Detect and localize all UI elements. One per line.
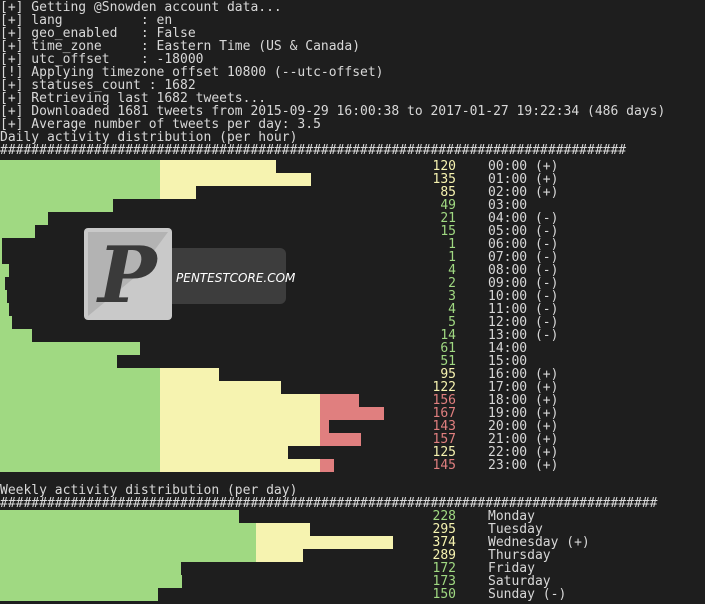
bar-segment-green xyxy=(0,510,240,523)
below-average-marker: (-) xyxy=(527,328,559,343)
bar-segment-green xyxy=(0,290,7,303)
bar-segment-green xyxy=(0,523,256,536)
bar-segment-green xyxy=(0,407,160,420)
bar-segment-yellow xyxy=(160,433,320,446)
activity-count: 2 xyxy=(448,276,456,291)
bar-segment-green xyxy=(0,160,160,173)
bar-segment-yellow xyxy=(160,186,196,199)
activity-count: 1 xyxy=(448,250,456,265)
pentestcore-watermark: P PENTESTCORE.COM xyxy=(84,228,295,322)
bar-segment-red xyxy=(320,407,385,420)
bar-segment-green xyxy=(0,342,141,355)
bar-segment-green xyxy=(0,264,10,277)
bar-segment-green xyxy=(0,394,160,407)
bar-segment-yellow xyxy=(160,368,219,381)
bar-segment-yellow xyxy=(160,160,276,173)
bar-segment-yellow xyxy=(160,459,320,472)
pentestcore-logo-icon: P xyxy=(84,228,172,321)
bar-segment-green xyxy=(0,186,160,199)
bar-segment-green xyxy=(0,251,3,264)
bar-segment-yellow xyxy=(256,523,310,536)
bar-segment-green xyxy=(0,225,35,238)
activity-count: 145 xyxy=(432,458,456,473)
bar-segment-red xyxy=(320,420,329,433)
below-average-marker: (-) xyxy=(534,587,567,602)
bar-segment-green xyxy=(0,316,12,329)
activity-count: 1 xyxy=(448,237,456,252)
bar-segment-green xyxy=(0,238,3,251)
watermark-text: PENTESTCORE.COM xyxy=(176,271,296,285)
above-average-marker: (+) xyxy=(527,458,559,473)
activity-label: Sunday (-) xyxy=(488,587,567,602)
above-average-marker: (+) xyxy=(527,185,559,200)
above-average-marker: (+) xyxy=(558,535,590,550)
bar-segment-green xyxy=(0,212,49,225)
bar-segment-green xyxy=(0,575,182,588)
bar-segment-red xyxy=(320,394,359,407)
bar-segment-green xyxy=(0,173,160,186)
bar-segment-green xyxy=(0,536,256,549)
bar-segment-green xyxy=(0,368,160,381)
bar-segment-green xyxy=(0,355,118,368)
bar-segment-yellow xyxy=(160,407,320,420)
bar-segment-green xyxy=(0,199,113,212)
bar-segment-red xyxy=(320,459,334,472)
bar-segment-green xyxy=(0,459,160,472)
bar-segment-yellow xyxy=(160,394,320,407)
activity-count: 4 xyxy=(448,302,456,317)
weekly-separator: ########################################… xyxy=(0,496,658,511)
bar-segment-yellow xyxy=(256,549,304,562)
bar-segment-green xyxy=(0,303,10,316)
bar-segment-green xyxy=(0,277,5,290)
activity-count: 15 xyxy=(440,224,456,239)
bar-segment-yellow xyxy=(160,381,281,394)
bar-segment-green xyxy=(0,562,181,575)
bar-segment-green xyxy=(0,420,160,433)
bar-segment-green xyxy=(0,381,160,394)
activity-count: 3 xyxy=(448,289,456,304)
bar-segment-yellow xyxy=(160,420,320,433)
bar-segment-green xyxy=(0,446,160,459)
bar-segment-yellow xyxy=(160,173,311,186)
activity-count: 4 xyxy=(448,263,456,278)
activity-count: 150 xyxy=(432,587,456,602)
daily-separator: ########################################… xyxy=(0,143,627,158)
bar-segment-green xyxy=(0,549,256,562)
activity-label: 23:00 (+) xyxy=(488,458,559,473)
bar-segment-green xyxy=(0,588,158,601)
bar-segment-green xyxy=(0,329,33,342)
bar-segment-yellow xyxy=(256,536,393,549)
bar-segment-yellow xyxy=(160,446,288,459)
logo-letter: P xyxy=(96,230,159,320)
bar-segment-green xyxy=(0,433,160,446)
bar-segment-red xyxy=(320,433,362,446)
